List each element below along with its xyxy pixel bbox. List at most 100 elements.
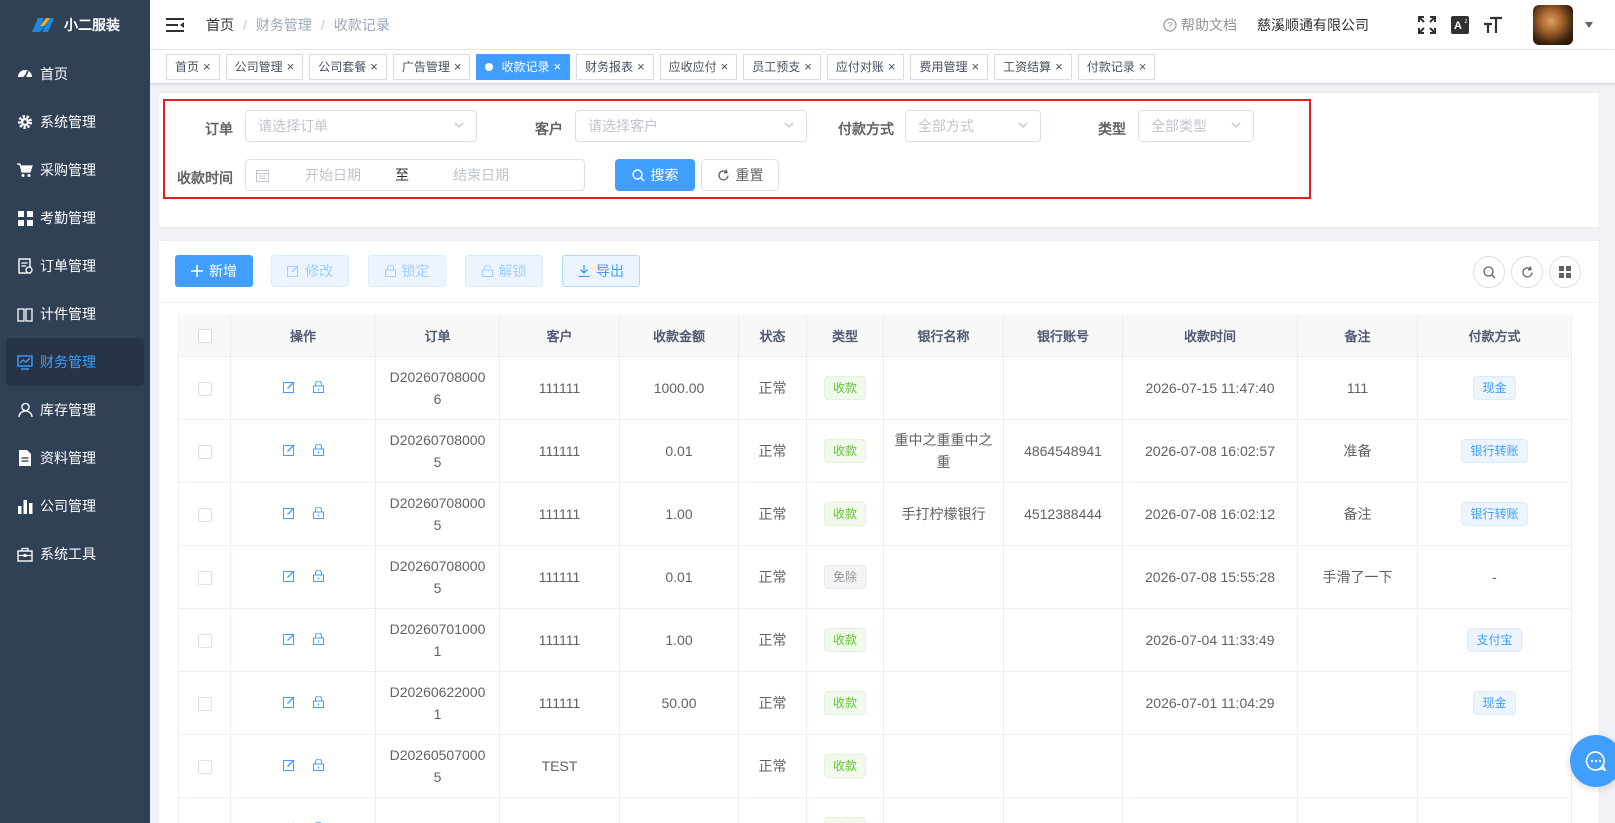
- row-checkbox[interactable]: [197, 444, 212, 459]
- table-row[interactable]: D20260507000 收款: [178, 797, 1572, 823]
- tab-1[interactable]: 公司管理 ×: [225, 53, 304, 80]
- edit-icon[interactable]: [282, 440, 295, 462]
- table-row[interactable]: D20260622000 1 111111 50.00 正常 收款 2026-07-01 …: [178, 671, 1572, 735]
- lock-icon[interactable]: [313, 818, 324, 823]
- paymethod-select[interactable]: 全部方式: [905, 110, 1041, 142]
- reset-button[interactable]: 重置: [701, 159, 779, 191]
- sidebar-item-8[interactable]: 资料管理: [0, 434, 150, 482]
- fullscreen-icon[interactable]: [1417, 15, 1437, 35]
- avatar[interactable]: [1533, 4, 1573, 45]
- lock-icon[interactable]: [312, 440, 324, 462]
- tab-10[interactable]: 工资结算 ×: [994, 53, 1072, 80]
- sidebar-item-2[interactable]: 采购管理: [0, 146, 150, 194]
- sidebar-item-1[interactable]: 系统管理: [0, 98, 150, 146]
- sidebar-item-3[interactable]: 考勤管理: [0, 194, 150, 242]
- sidebar-item-9[interactable]: 公司管理: [0, 482, 150, 530]
- edit-icon[interactable]: [282, 818, 295, 823]
- refresh-button[interactable]: [1511, 256, 1543, 288]
- lock-icon[interactable]: [312, 377, 324, 399]
- end-date-input[interactable]: 结束日期: [453, 165, 509, 185]
- toggle-search-button[interactable]: [1473, 256, 1505, 288]
- tab-5[interactable]: 财务报表 ×: [576, 53, 654, 80]
- sidebar-item-5[interactable]: 计件管理: [0, 290, 150, 338]
- hamburger-icon[interactable]: [166, 17, 184, 32]
- close-icon[interactable]: ×: [454, 59, 462, 74]
- order-select[interactable]: 请选择订单: [245, 110, 477, 142]
- app-logo[interactable]: 小二服装: [0, 0, 150, 50]
- close-icon[interactable]: ×: [287, 59, 295, 74]
- cell-account: 4864548941: [1003, 419, 1123, 483]
- close-icon[interactable]: ×: [370, 59, 378, 74]
- sidebar-item-10[interactable]: 系统工具: [0, 530, 150, 578]
- breadcrumb-item-home[interactable]: 首页: [206, 15, 234, 35]
- sidebar-item-4[interactable]: 订单管理: [0, 242, 150, 290]
- edit-icon[interactable]: [282, 377, 295, 399]
- header-select-all[interactable]: [178, 315, 231, 357]
- sidebar-item-6[interactable]: 财务管理: [6, 338, 144, 386]
- caret-down-icon[interactable]: [1585, 21, 1593, 28]
- lock-icon[interactable]: [312, 692, 324, 714]
- lock-icon[interactable]: [312, 629, 324, 651]
- columns-button[interactable]: [1549, 256, 1581, 288]
- customer-select[interactable]: 请选择客户: [575, 110, 807, 142]
- start-date-input[interactable]: 开始日期: [305, 165, 361, 185]
- table-row[interactable]: D20260708000 6 111111 1000.00 正常 收款 2026-07-1…: [178, 356, 1572, 420]
- row-checkbox[interactable]: [197, 696, 212, 711]
- calendar-icon: [256, 169, 269, 182]
- row-checkbox[interactable]: [197, 381, 212, 396]
- sidebar-item-0[interactable]: 首页: [0, 50, 150, 98]
- tab-4[interactable]: 收款记录 ×: [476, 53, 571, 80]
- edit-icon[interactable]: [282, 629, 295, 651]
- close-icon[interactable]: ×: [1139, 59, 1147, 74]
- unlock-button[interactable]: 解锁: [465, 255, 543, 287]
- row-checkbox[interactable]: [197, 507, 212, 522]
- close-icon[interactable]: ×: [804, 59, 812, 74]
- row-checkbox[interactable]: [197, 759, 212, 774]
- tab-11[interactable]: 付款记录 ×: [1077, 53, 1156, 80]
- translate-icon[interactable]: Az: [1450, 15, 1470, 35]
- type-placeholder: 全部类型: [1151, 118, 1207, 134]
- export-button[interactable]: 导出: [562, 255, 640, 287]
- cell-text: 1.00: [665, 505, 693, 522]
- table-row[interactable]: D20260701000 1 111111 1.00 正常 收款 2026-07-04 1…: [178, 608, 1572, 672]
- date-range-picker[interactable]: 开始日期 至 结束日期: [245, 159, 585, 191]
- lock-icon[interactable]: [312, 566, 324, 588]
- edit-button[interactable]: 修改: [271, 255, 349, 287]
- help-docs-link[interactable]: ? 帮助文档: [1163, 15, 1237, 35]
- close-icon[interactable]: ×: [553, 59, 561, 74]
- lock-icon[interactable]: [312, 503, 324, 525]
- lock-button[interactable]: 锁定: [368, 255, 446, 287]
- select-all-checkbox[interactable]: [197, 329, 212, 344]
- table-row[interactable]: D20260708000 5 111111 0.01 正常 免除 2026-07-08 1…: [178, 545, 1572, 609]
- edit-icon[interactable]: [282, 566, 295, 588]
- sidebar-item-7[interactable]: 库存管理: [0, 386, 150, 434]
- search-button[interactable]: 搜索: [615, 159, 695, 191]
- edit-icon[interactable]: [282, 692, 295, 714]
- font-size-icon[interactable]: [1483, 15, 1503, 35]
- close-icon[interactable]: ×: [637, 59, 645, 74]
- row-checkbox[interactable]: [197, 633, 212, 648]
- close-icon[interactable]: ×: [888, 59, 896, 74]
- table-row[interactable]: D20260708000 5 111111 1.00 正常 收款 手打柠檬银行 451238…: [178, 482, 1572, 546]
- table-row[interactable]: D20260507000 5 TEST 正常 收款: [178, 734, 1572, 798]
- tab-0[interactable]: 首页 ×: [166, 53, 220, 80]
- type-select[interactable]: 全部类型: [1138, 110, 1254, 142]
- tab-2[interactable]: 公司套餐 ×: [309, 53, 387, 80]
- tab-3[interactable]: 广告管理 ×: [392, 53, 471, 80]
- close-icon[interactable]: ×: [972, 59, 980, 74]
- tab-7[interactable]: 员工预支 ×: [743, 53, 821, 80]
- edit-icon[interactable]: [282, 503, 295, 525]
- cell-time: 2026-07-15 11:47:40: [1122, 356, 1298, 420]
- edit-icon[interactable]: [282, 755, 295, 777]
- tab-8[interactable]: 应付对账 ×: [826, 53, 905, 80]
- close-icon[interactable]: ×: [721, 59, 729, 74]
- close-icon[interactable]: ×: [203, 59, 211, 74]
- row-checkbox[interactable]: [197, 570, 212, 585]
- close-icon[interactable]: ×: [1055, 59, 1063, 74]
- lock-icon[interactable]: [312, 755, 324, 777]
- table-row[interactable]: D20260708000 5 111111 0.01 正常 收款 重中之重重中之 重 486…: [178, 419, 1572, 483]
- add-button[interactable]: 新增: [175, 255, 253, 287]
- tab-6[interactable]: 应收应付 ×: [659, 53, 738, 80]
- chat-support-button[interactable]: [1570, 735, 1615, 787]
- tab-9[interactable]: 费用管理 ×: [910, 53, 989, 80]
